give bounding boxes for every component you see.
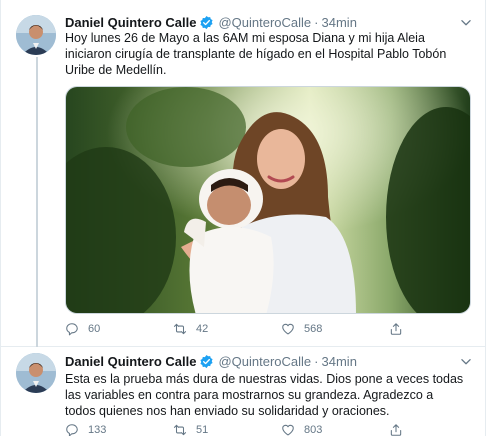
- tweet[interactable]: Daniel Quintero Calle @QuinteroCalle · 3…: [1, 347, 486, 436]
- separator: ·: [314, 353, 319, 369]
- author-name[interactable]: Daniel Quintero Calle: [65, 15, 196, 30]
- reply-count: 60: [88, 323, 101, 335]
- tweet-text: Hoy lunes 26 de Mayo a las 6AM mi esposa…: [65, 31, 447, 77]
- retweet-count: 51: [196, 424, 209, 436]
- verified-badge-icon: [200, 354, 214, 368]
- chevron-down-icon[interactable]: [459, 16, 473, 30]
- separator: ·: [314, 14, 319, 30]
- avatar[interactable]: [16, 353, 56, 393]
- tweet-actions: 60 42 568: [65, 322, 419, 336]
- retweet-icon: [173, 424, 187, 436]
- retweet-button[interactable]: 42: [173, 322, 281, 336]
- author-handle[interactable]: @QuinteroCalle: [218, 354, 311, 369]
- timestamp[interactable]: 34min: [322, 15, 357, 30]
- like-count: 803: [304, 424, 323, 436]
- tweet-photo[interactable]: [65, 86, 471, 314]
- retweet-count: 42: [196, 323, 209, 335]
- retweet-button[interactable]: 51: [173, 423, 281, 436]
- share-icon: [390, 323, 402, 335]
- share-icon: [390, 424, 402, 436]
- tweet-header: Daniel Quintero Calle @QuinteroCalle · 3…: [65, 13, 357, 31]
- tweet[interactable]: Daniel Quintero Calle @QuinteroCalle · 3…: [1, 0, 486, 347]
- chevron-down-icon[interactable]: [459, 355, 473, 369]
- reply-icon: [66, 323, 78, 336]
- like-count: 568: [304, 323, 323, 335]
- heart-icon: [282, 424, 294, 436]
- verified-badge-icon: [200, 15, 214, 29]
- like-button[interactable]: 568: [281, 322, 389, 336]
- reply-button[interactable]: 133: [65, 423, 173, 436]
- tweet-header: Daniel Quintero Calle @QuinteroCalle · 3…: [65, 352, 357, 370]
- tweet-actions: 133 51 803: [65, 423, 419, 436]
- reply-button[interactable]: 60: [65, 322, 173, 336]
- heart-icon: [282, 323, 294, 335]
- author-handle[interactable]: @QuinteroCalle: [218, 15, 311, 30]
- reply-count: 133: [88, 424, 107, 436]
- share-button[interactable]: [389, 322, 419, 336]
- photo-mother-and-baby: [66, 87, 470, 313]
- thread-connector-line: [36, 57, 38, 347]
- share-button[interactable]: [389, 423, 419, 436]
- retweet-icon: [173, 323, 187, 335]
- author-name[interactable]: Daniel Quintero Calle: [65, 354, 196, 369]
- avatar[interactable]: [16, 15, 56, 55]
- like-button[interactable]: 803: [281, 423, 389, 436]
- reply-icon: [66, 424, 78, 436]
- tweet-text: Esta es la prueba más dura de nuestras v…: [65, 372, 464, 418]
- timeline: Daniel Quintero Calle @QuinteroCalle · 3…: [0, 0, 486, 436]
- timestamp[interactable]: 34min: [322, 354, 357, 369]
